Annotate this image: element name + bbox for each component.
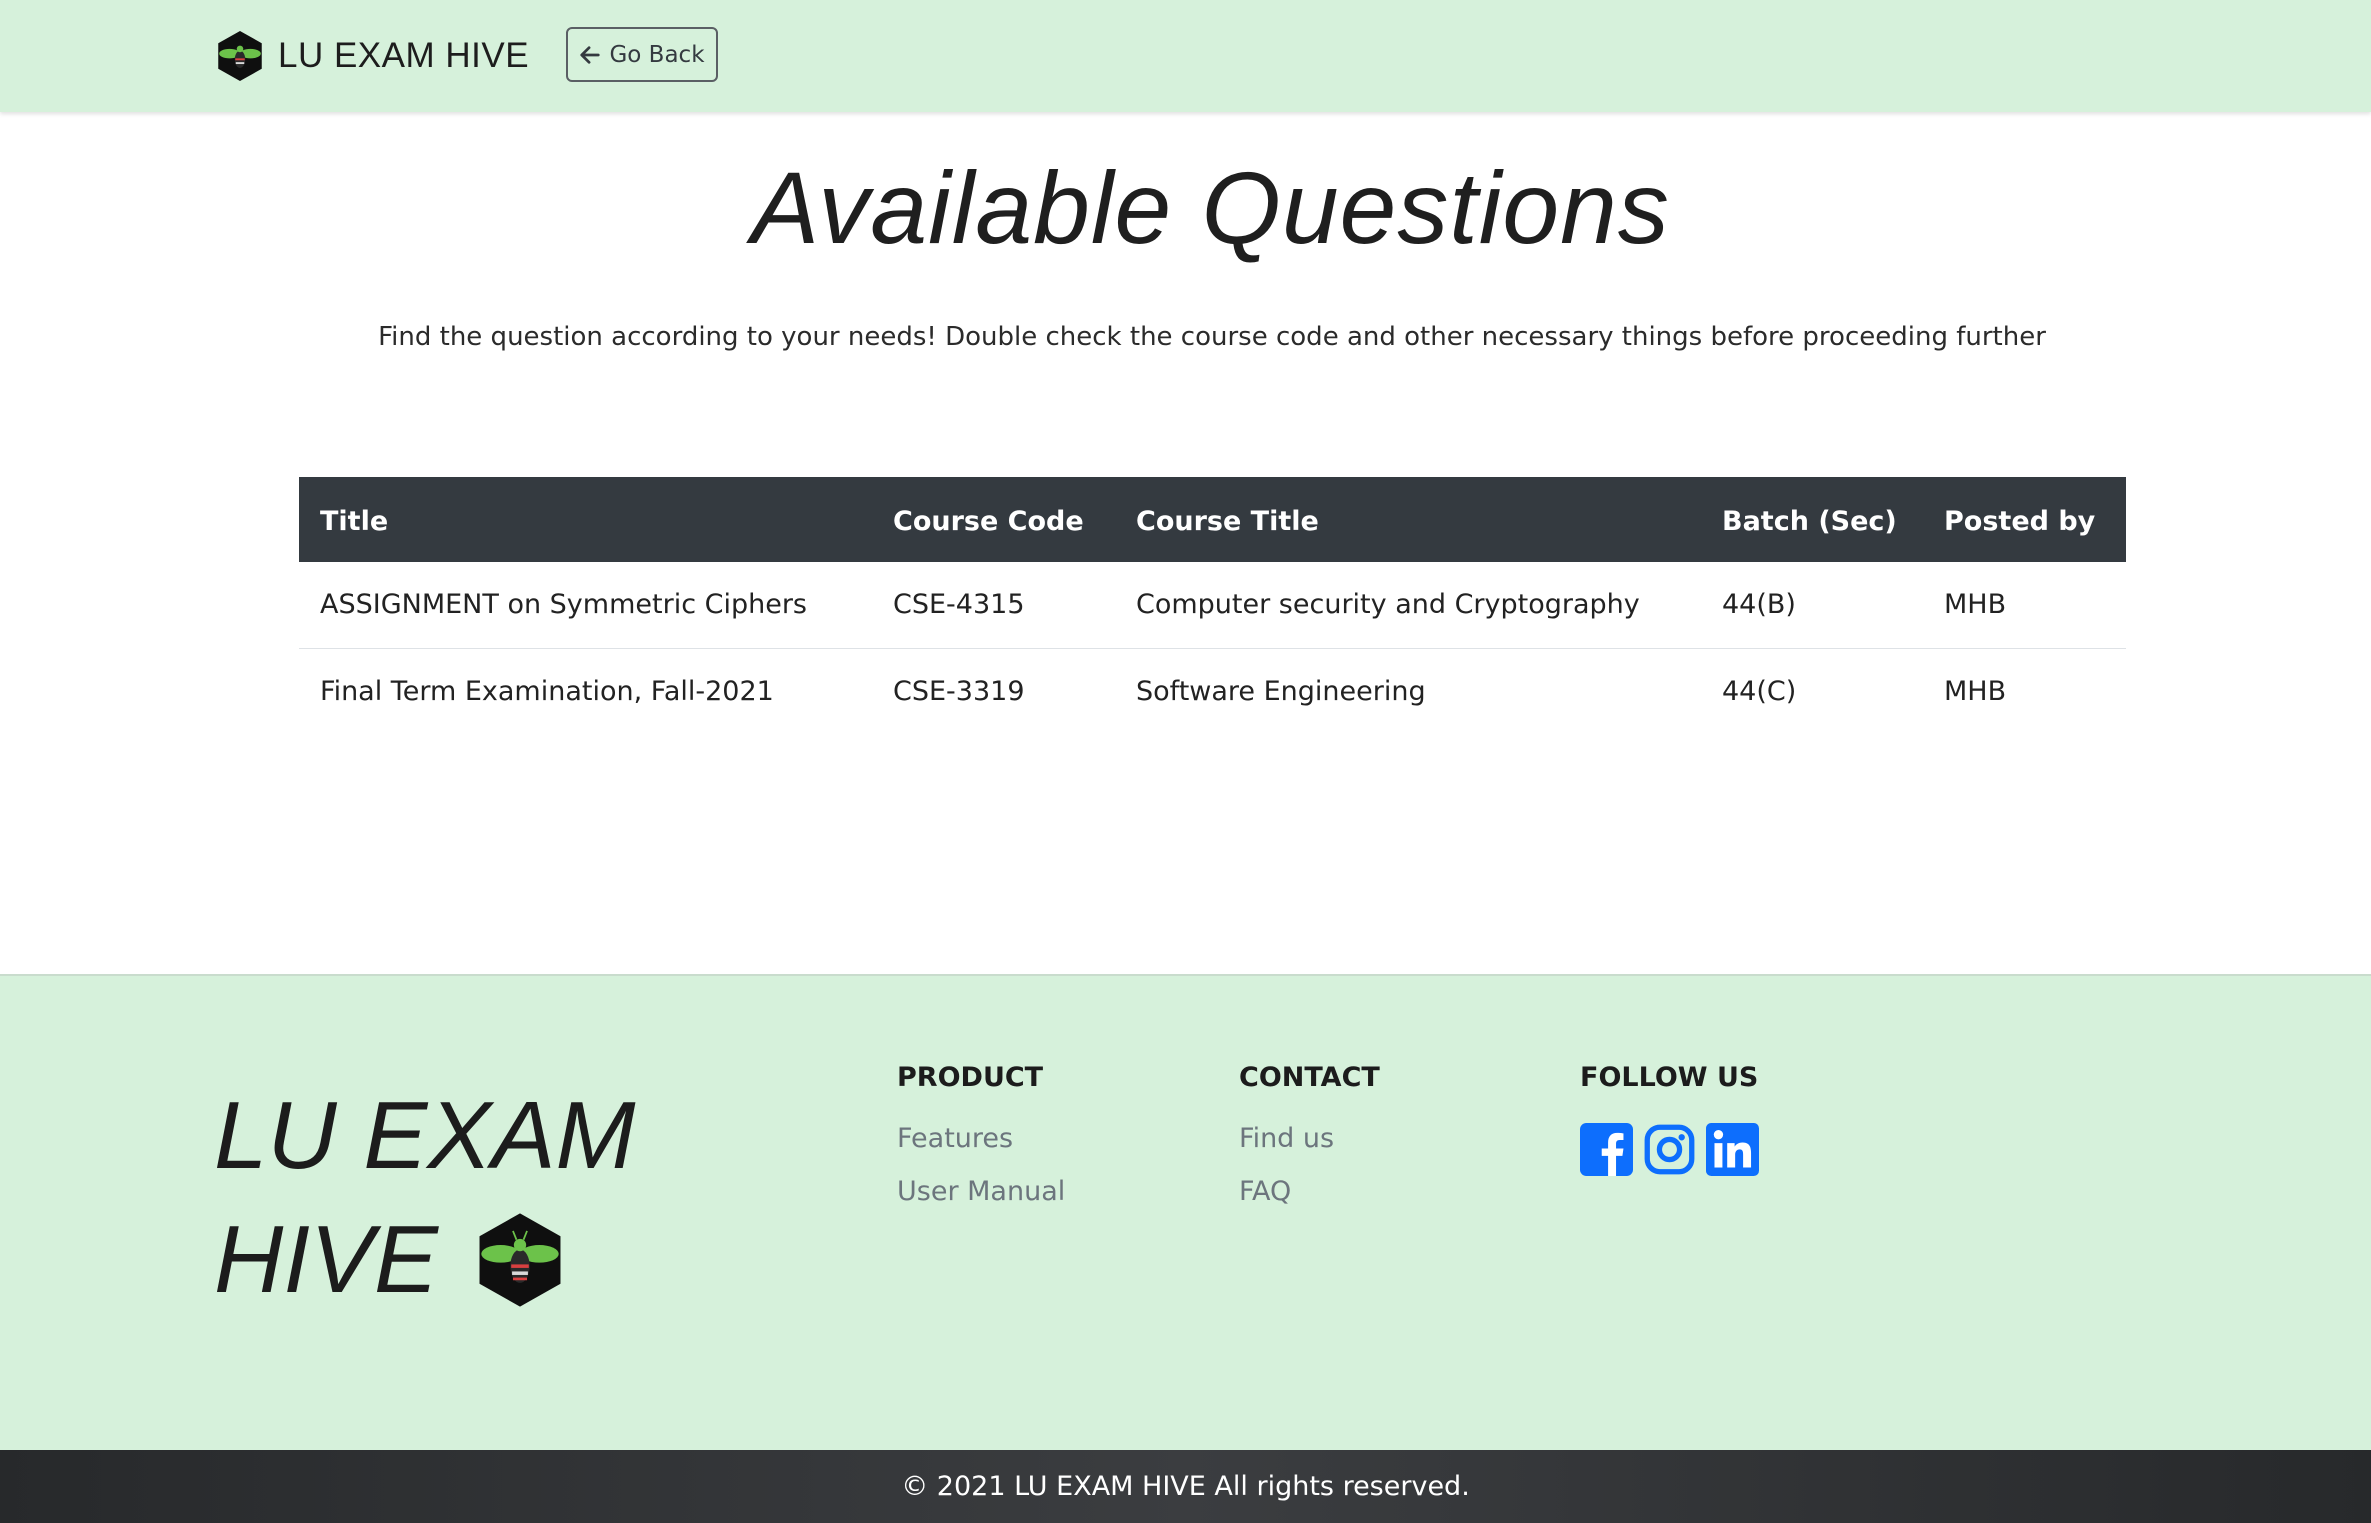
bee-logo-icon xyxy=(218,30,262,82)
footer-brand-line2-wrap: HIVE xyxy=(214,1198,635,1322)
cell-batch: 44(B) xyxy=(1722,589,1796,621)
facebook-icon[interactable] xyxy=(1580,1123,1633,1176)
cell-title[interactable]: Final Term Examination, Fall-2021 xyxy=(299,648,872,734)
footer-brand: LU EXAM HIVE xyxy=(214,1074,635,1322)
cell-posted-by: MHB xyxy=(1944,589,2007,621)
social-icons xyxy=(1580,1123,1759,1176)
cell-title[interactable]: ASSIGNMENT on Symmetric Ciphers xyxy=(299,562,872,648)
go-back-label: Go Back xyxy=(609,41,705,68)
find-us-link[interactable]: Find us xyxy=(1239,1123,1380,1154)
bee-logo-icon xyxy=(479,1213,561,1307)
header-title: Title xyxy=(320,506,389,537)
page-title: Available Questions xyxy=(751,151,1670,265)
table-header-row: Title Course Code Course Title Batch (Se… xyxy=(299,477,2126,562)
header-course-title: Course Title xyxy=(1136,506,1319,537)
footer-follow-column: FOLLOW US xyxy=(1580,1062,1759,1176)
brand-name: LU EXAM HIVE xyxy=(278,36,530,75)
footer: LU EXAM HIVE PRODUCT Features User Manua… xyxy=(0,974,2371,1450)
navbar: LU EXAM HIVE Go Back xyxy=(0,0,2371,112)
table-row[interactable]: Final Term Examination, Fall-2021 CSE-33… xyxy=(299,648,2126,734)
copyright-text: © 2021 LU EXAM HIVE All rights reserved. xyxy=(901,1471,1470,1502)
footer-brand-line1: LU EXAM xyxy=(214,1082,636,1189)
header-batch: Batch (Sec) xyxy=(1722,506,1897,537)
cell-course-title: Computer security and Cryptography xyxy=(1136,589,1640,621)
questions-table: Title Course Code Course Title Batch (Se… xyxy=(299,477,2126,734)
cell-course-code: CSE-3319 xyxy=(893,675,1025,707)
copyright-bar: © 2021 LU EXAM HIVE All rights reserved. xyxy=(0,1450,2371,1523)
table-row[interactable]: ASSIGNMENT on Symmetric Ciphers CSE-4315… xyxy=(299,562,2126,648)
cell-batch: 44(C) xyxy=(1722,675,1797,707)
brand-link[interactable]: LU EXAM HIVE xyxy=(216,28,529,84)
footer-product-column: PRODUCT Features User Manual xyxy=(897,1062,1065,1229)
faq-link[interactable]: FAQ xyxy=(1239,1176,1380,1207)
user-manual-link[interactable]: User Manual xyxy=(897,1176,1065,1207)
footer-contact-column: CONTACT Find us FAQ xyxy=(1239,1062,1380,1229)
page-subtitle: Find the question according to your need… xyxy=(378,322,2046,352)
header-course-code: Course Code xyxy=(893,506,1084,537)
contact-heading: CONTACT xyxy=(1239,1062,1380,1093)
cell-course-title: Software Engineering xyxy=(1136,675,1426,707)
go-back-button[interactable]: Go Back xyxy=(566,27,718,82)
cell-course-code: CSE-4315 xyxy=(893,589,1025,621)
product-heading: PRODUCT xyxy=(897,1062,1044,1093)
header-posted-by: Posted by xyxy=(1944,506,2096,537)
footer-brand-line2: HIVE xyxy=(214,1206,439,1313)
questions-table-wrapper: Title Course Code Course Title Batch (Se… xyxy=(299,477,2126,734)
instagram-icon[interactable] xyxy=(1643,1123,1696,1176)
follow-heading: FOLLOW US xyxy=(1580,1062,1759,1093)
features-link[interactable]: Features xyxy=(897,1123,1065,1154)
cell-posted-by: MHB xyxy=(1944,675,2007,707)
linkedin-icon[interactable] xyxy=(1706,1123,1759,1176)
arrow-left-icon xyxy=(580,45,601,64)
